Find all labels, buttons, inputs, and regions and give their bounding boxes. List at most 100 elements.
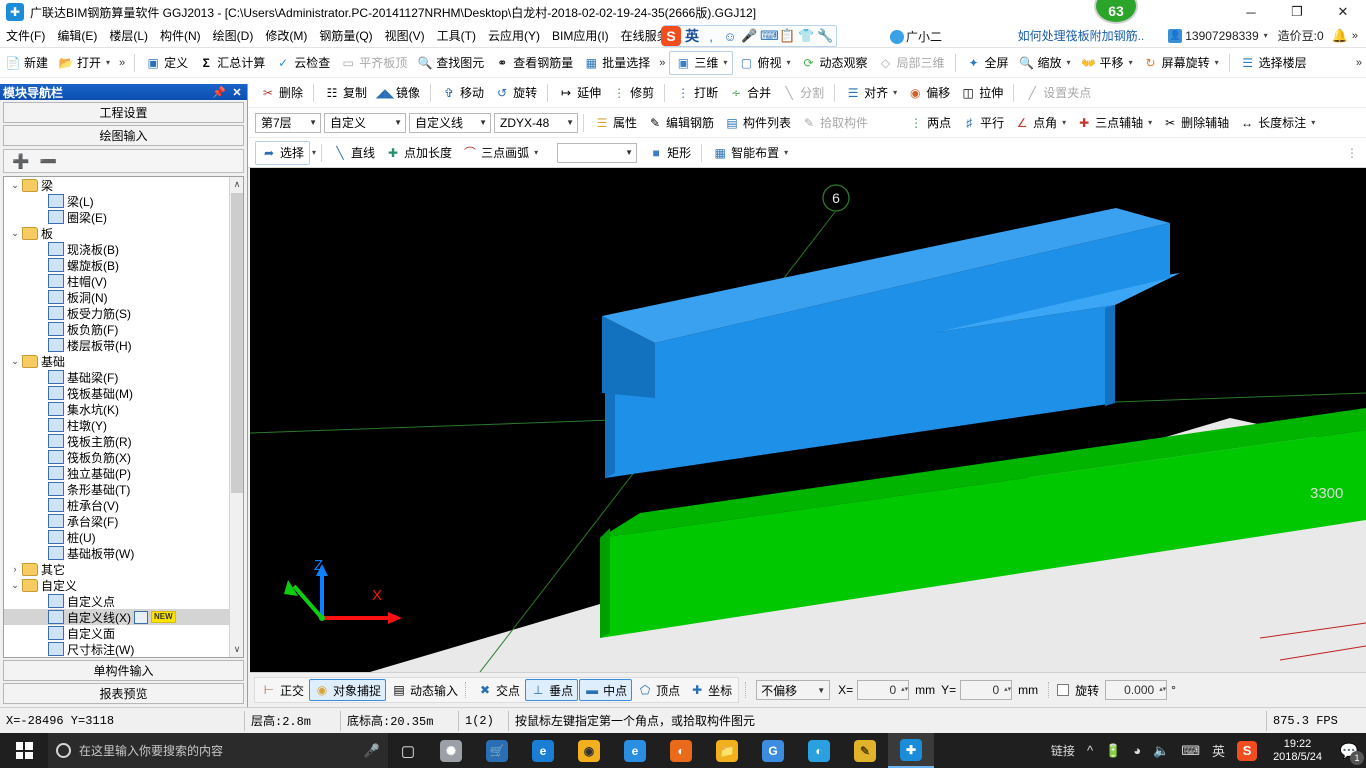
three-d-caret-icon[interactable]: ▾ <box>723 58 727 67</box>
chevron-up-icon[interactable]: ^ <box>1081 733 1099 768</box>
trim-button[interactable]: ⋮ 修剪 <box>606 81 659 105</box>
taskbar-app-cortana[interactable]: ✺ <box>428 733 474 768</box>
smart-layout-button[interactable]: ▦ 智能布置 ▾ <box>707 141 793 165</box>
copy-button[interactable]: ☷ 复制 <box>319 81 372 105</box>
sogou-ime-logo-icon[interactable]: S <box>661 26 681 46</box>
properties-button[interactable]: ☰ 属性 <box>589 111 642 135</box>
break-button[interactable]: ⋮ 打断 <box>670 81 723 105</box>
align-caret-icon[interactable]: ▾ <box>893 88 897 97</box>
intersection-snap-toggle[interactable]: ✖ 交点 <box>473 679 524 701</box>
comma-icon[interactable]: , <box>703 29 719 44</box>
member-select[interactable]: ZDYX-48 ▼ <box>494 112 578 133</box>
tree-item[interactable]: 楼层板带(H) <box>4 337 229 353</box>
screen-rotate-caret-icon[interactable]: ▾ <box>1215 58 1219 67</box>
top-view-button[interactable]: ▢ 俯视 ▾ <box>733 51 795 75</box>
tree-item[interactable]: 桩承台(V) <box>4 497 229 513</box>
define-button[interactable]: ▣ 定义 <box>140 51 193 75</box>
skin-icon[interactable]: 👕 <box>798 28 814 44</box>
taskbar-app-edge[interactable]: e <box>612 733 658 768</box>
draw-mode-select[interactable]: ▼ <box>557 142 638 163</box>
taskbar-app-edge-legacy[interactable]: e <box>520 733 566 768</box>
fullscreen-button[interactable]: ✦ 全屏 <box>961 51 1014 75</box>
battery-icon[interactable]: 🔋 <box>1099 733 1127 768</box>
maximize-button[interactable]: ❐ <box>1274 0 1320 24</box>
taskbar-search[interactable]: 在这里输入你要搜索的内容 🎤 <box>48 733 388 768</box>
report-preview-button[interactable]: 报表预览 <box>3 683 244 704</box>
tree-item[interactable]: 柱墩(Y) <box>4 417 229 433</box>
menu-cloud[interactable]: 云应用(Y) <box>482 24 546 48</box>
action-center-button[interactable]: 💬 1 <box>1332 733 1366 768</box>
dynamic-input-toggle[interactable]: ▤ 动态输入 <box>387 679 462 701</box>
close-icon[interactable]: ✕ <box>230 86 244 99</box>
pan-button[interactable]: 👐 平移 ▾ <box>1076 51 1138 75</box>
taskbar-app-google[interactable]: G <box>750 733 796 768</box>
rectangle-tool-button[interactable]: ■ 矩形 <box>643 141 696 165</box>
tree-expander-icon[interactable]: › <box>8 564 22 574</box>
sogou-tray-button[interactable]: S <box>1231 733 1263 768</box>
tree-expander-icon[interactable]: ⌄ <box>8 228 22 239</box>
rotate-button[interactable]: ↺ 旋转 <box>489 81 542 105</box>
select-tool-caret-icon[interactable]: ▾ <box>312 148 316 157</box>
select-tool-button[interactable]: ➦ 选择 <box>255 140 311 165</box>
tree-item[interactable]: 自定义点 <box>4 593 229 609</box>
account-area[interactable]: 👤 13907298339 ▾ <box>1168 28 1268 43</box>
ime-mode-toggle[interactable]: 英 <box>684 26 700 46</box>
top-view-caret-icon[interactable]: ▾ <box>786 58 790 67</box>
tree-item[interactable]: 基础板带(W) <box>4 545 229 561</box>
titlebar-overflow-icon[interactable]: » <box>1348 30 1362 42</box>
length-dim-caret-icon[interactable]: ▾ <box>1311 118 1315 127</box>
tree-item[interactable]: 筏板主筋(R) <box>4 433 229 449</box>
three-point-arc-caret-icon[interactable]: ▾ <box>534 148 538 157</box>
wifi-icon[interactable]: ◕ <box>1127 733 1147 768</box>
y-offset-input[interactable]: 0 <box>960 680 1013 700</box>
select-floor-button[interactable]: ☰ 选择楼层 <box>1235 51 1312 75</box>
tree-item[interactable]: 尺寸标注(W) <box>4 641 229 657</box>
keyboard-icon[interactable]: ⌨ <box>1175 733 1206 768</box>
menu-modify[interactable]: 修改(M) <box>259 24 313 48</box>
menu-view[interactable]: 视图(V) <box>379 24 431 48</box>
two-point-axis-button[interactable]: ⋮ 两点 <box>903 111 956 135</box>
tree-expander-icon[interactable]: ⌄ <box>8 356 22 367</box>
tree-item[interactable]: 板负筋(F) <box>4 321 229 337</box>
tree-item[interactable]: 独立基础(P) <box>4 465 229 481</box>
mini-grid-icon[interactable] <box>134 610 148 624</box>
delete-axis-button[interactable]: ✂ 删除辅轴 <box>1157 111 1234 135</box>
tree-item[interactable]: 基础梁(F) <box>4 369 229 385</box>
close-button[interactable]: ✕ <box>1320 0 1366 24</box>
tree-folder[interactable]: ⌄ 自定义 <box>4 577 229 593</box>
cloud-check-button[interactable]: ✓ 云检查 <box>270 51 335 75</box>
line-tool-button[interactable]: ╲ 直线 <box>327 141 380 165</box>
new-button[interactable]: 📄 新建 <box>0 51 53 75</box>
tree-expander-icon[interactable]: ⌄ <box>8 580 22 591</box>
scroll-up-button[interactable]: ∧ <box>230 177 243 192</box>
tree-item[interactable]: 筏板负筋(X) <box>4 449 229 465</box>
taskbar-app-notes[interactable]: ✎ <box>842 733 888 768</box>
open-button[interactable]: 📂 打开 ▾ <box>53 51 115 75</box>
menu-draw[interactable]: 绘图(D) <box>207 24 260 48</box>
tree-item[interactable]: 条形基础(T) <box>4 481 229 497</box>
tree-item[interactable]: 板洞(N) <box>4 289 229 305</box>
row1-group3-overflow-icon[interactable]: » <box>655 57 669 69</box>
ortho-toggle[interactable]: ⊢ 正交 <box>257 679 308 701</box>
menu-edit[interactable]: 编辑(E) <box>51 24 103 48</box>
tree-folder[interactable]: › 其它 <box>4 561 229 577</box>
point-angle-button[interactable]: ∠ 点角 ▾ <box>1009 111 1071 135</box>
mirror-button[interactable]: ◢◣ 镜像 <box>372 81 425 105</box>
tree-item[interactable]: 梁(L) <box>4 193 229 209</box>
member-list-button[interactable]: ▤ 构件列表 <box>719 111 796 135</box>
wrench-icon[interactable]: 🔧 <box>817 28 833 44</box>
task-view-button[interactable]: ▢ <box>388 733 428 768</box>
batch-select-button[interactable]: ▦ 批量选择 <box>578 51 655 75</box>
tree-item[interactable]: 桩(U) <box>4 529 229 545</box>
tree-item[interactable]: 筏板基础(M) <box>4 385 229 401</box>
account-caret-icon[interactable]: ▾ <box>1264 31 1268 40</box>
rotate-checkbox[interactable] <box>1057 684 1070 696</box>
tree-item[interactable]: 自定义面 <box>4 625 229 641</box>
start-button[interactable] <box>0 733 48 768</box>
tree-item[interactable]: 圈梁(E) <box>4 209 229 225</box>
zoom-button[interactable]: 🔍 缩放 ▾ <box>1014 51 1076 75</box>
menu-floor[interactable]: 楼层(L) <box>103 24 154 48</box>
clipboard-icon[interactable]: 📋 <box>779 28 795 44</box>
pin-icon[interactable]: 📌 <box>212 86 226 99</box>
3d-viewport[interactable]: 6 3300 X Z <box>250 168 1366 672</box>
